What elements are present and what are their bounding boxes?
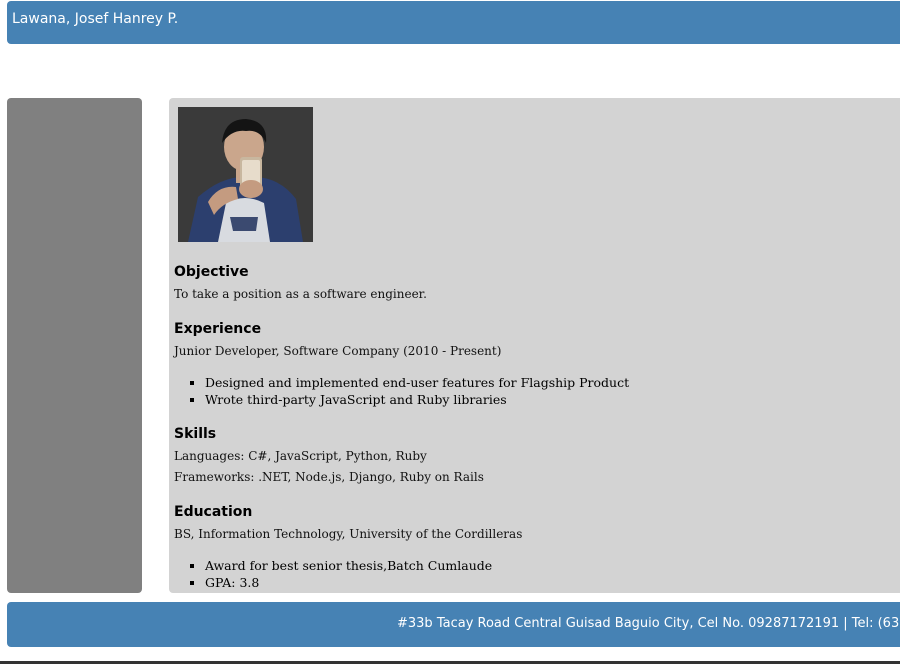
education-heading: Education: [174, 504, 253, 520]
objective-heading: Objective: [174, 264, 249, 280]
page-header: Lawana, Josef Hanrey P.: [7, 1, 900, 44]
skills-frameworks: Frameworks: .NET, Node.js, Django, Ruby …: [174, 470, 484, 484]
list-item: Designed and implemented end-user featur…: [205, 374, 629, 391]
experience-list: Designed and implemented end-user featur…: [189, 374, 629, 408]
footer-contact: #33b Tacay Road Central Guisad Baguio Ci…: [397, 616, 900, 631]
experience-role: Junior Developer, Software Company (2010…: [174, 344, 502, 358]
education-degree: BS, Information Technology, University o…: [174, 527, 523, 541]
header-name: Lawana, Josef Hanrey P.: [12, 11, 179, 27]
sidebar: [7, 98, 142, 593]
objective-text: To take a position as a software enginee…: [174, 287, 427, 301]
list-item: Wrote third-party JavaScript and Ruby li…: [205, 391, 629, 408]
resume-content: Objective To take a position as a softwa…: [169, 98, 900, 593]
experience-heading: Experience: [174, 321, 262, 337]
page-footer: #33b Tacay Road Central Guisad Baguio Ci…: [7, 602, 900, 647]
skills-heading: Skills: [174, 426, 217, 442]
list-item: GPA: 3.8: [205, 574, 492, 591]
profile-photo: [178, 107, 313, 242]
education-list: Award for best senior thesis,Batch Cumla…: [189, 557, 492, 591]
skills-languages: Languages: C#, JavaScript, Python, Ruby: [174, 449, 427, 463]
list-item: Award for best senior thesis,Batch Cumla…: [205, 557, 492, 574]
